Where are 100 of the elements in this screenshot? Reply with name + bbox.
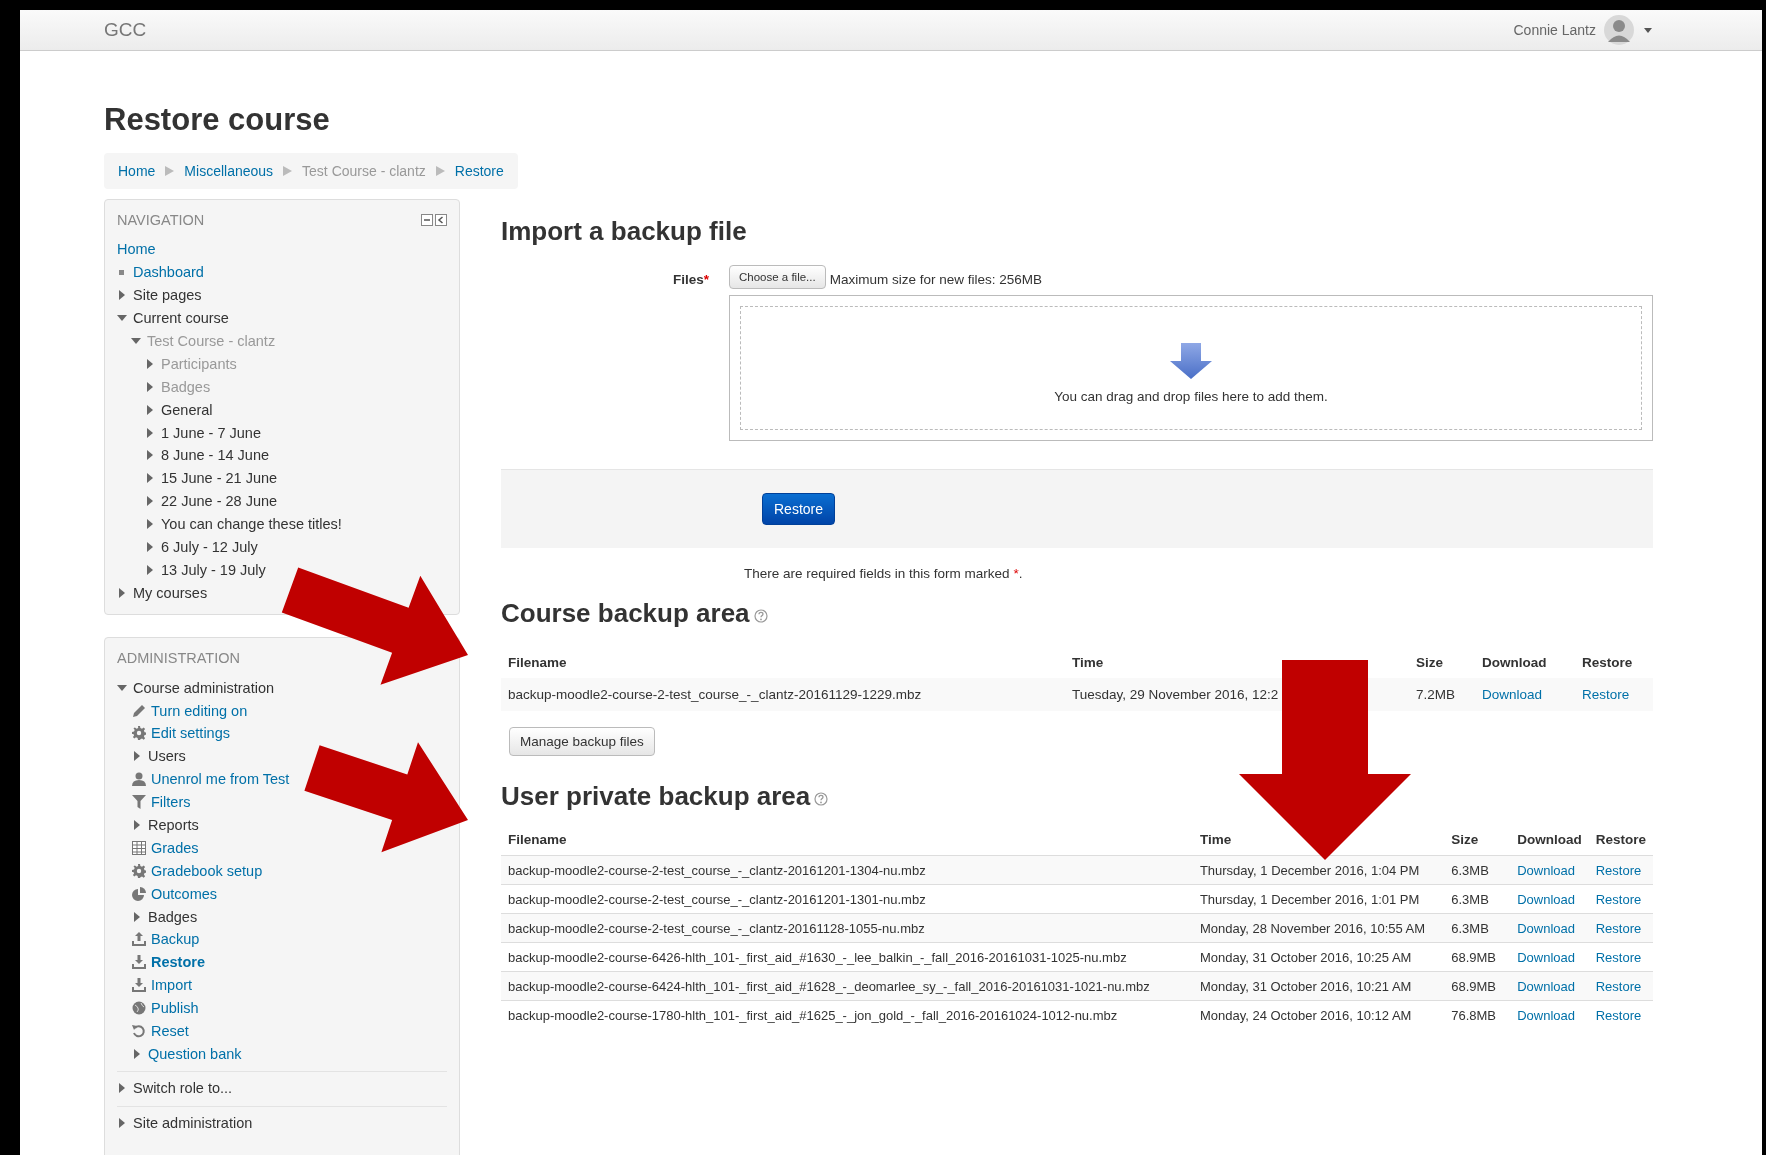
nav-item[interactable]: 15 June - 21 June <box>161 470 278 487</box>
admin-menu-item[interactable]: Switch role to... <box>133 1080 233 1097</box>
breadcrumb-link[interactable]: Miscellaneous <box>184 163 274 179</box>
admin-menu-item[interactable]: Turn editing on <box>151 702 248 719</box>
expand-toggle-icon[interactable] <box>117 1118 127 1129</box>
nav-item[interactable]: 1 June - 7 June <box>161 424 261 441</box>
column-header: Time <box>1192 824 1445 856</box>
column-header: Restore <box>1575 647 1653 678</box>
expand-toggle-icon[interactable] <box>145 519 155 530</box>
section-heading: Import a backup file <box>501 215 748 248</box>
expand-toggle-icon[interactable] <box>131 336 141 346</box>
funnel-icon <box>132 795 146 810</box>
time-cell: Monday, 28 November 2016, 10:55 AM <box>1192 913 1445 943</box>
expand-toggle-icon[interactable] <box>145 564 155 575</box>
download-link[interactable]: Download <box>1517 1008 1576 1023</box>
user-name[interactable]: Connie Lantz <box>1513 22 1596 38</box>
breadcrumb-link[interactable]: Restore <box>454 163 504 179</box>
expand-toggle-icon[interactable] <box>145 542 155 552</box>
download-link[interactable]: Download <box>1517 950 1576 965</box>
admin-menu-item[interactable]: Question bank <box>148 1045 242 1062</box>
restore-link[interactable]: Restore <box>1595 892 1642 907</box>
table-icon <box>132 840 146 855</box>
admin-menu-item[interactable]: Import <box>151 977 193 994</box>
nav-item[interactable]: Dashboard <box>133 264 204 281</box>
admin-menu-item[interactable]: Reset <box>151 1023 189 1040</box>
admin-menu-item[interactable]: Gradebook setup <box>151 862 263 879</box>
filename-cell: backup-moodle2-course-2-test_course_-_clantz-20161128-1055-nu.mbz <box>501 913 1193 943</box>
expand-toggle-icon[interactable] <box>117 290 127 301</box>
expand-toggle-icon[interactable] <box>117 682 127 693</box>
nav-item[interactable]: My courses <box>133 584 208 601</box>
max-size-text: Maximum size for new files: 256MB <box>829 271 1043 287</box>
nav-item[interactable]: You can change these titles! <box>161 516 342 533</box>
filename-cell: backup-moodle2-course-2-test_course_-_clantz-20161129-1229.mbz <box>501 678 1065 711</box>
restore-link[interactable]: Restore <box>1595 1008 1642 1023</box>
nav-item[interactable]: 6 July - 12 July <box>161 539 258 555</box>
block-controls-icon[interactable] <box>421 214 447 226</box>
admin-menu-item[interactable]: Outcomes <box>151 885 218 902</box>
download-link[interactable]: Download <box>1517 892 1576 907</box>
expand-toggle-icon[interactable] <box>132 1048 142 1059</box>
admin-menu-item[interactable]: Users <box>148 748 186 765</box>
admin-menu-item[interactable]: Edit settings <box>151 725 230 742</box>
file-drop-zone[interactable]: You can drag and drop files here to add them. <box>729 295 1653 441</box>
admin-menu-item[interactable]: Restore <box>151 954 205 971</box>
admin-menu-item[interactable]: Badges <box>148 908 198 925</box>
expand-toggle-icon[interactable] <box>145 450 155 461</box>
admin-menu-item[interactable]: Filters <box>151 794 191 811</box>
help-icon[interactable] <box>814 792 829 806</box>
column-header: Filename <box>501 647 1065 678</box>
expand-toggle-icon[interactable] <box>117 1083 127 1094</box>
time-cell: Monday, 24 October 2016, 10:12 AM <box>1192 1000 1445 1029</box>
admin-menu-item[interactable]: Site administration <box>133 1115 253 1132</box>
admin-menu-item[interactable]: Unenrol me from Test <box>151 771 290 788</box>
avatar-icon[interactable] <box>1604 15 1634 45</box>
expand-toggle-icon[interactable] <box>145 496 155 507</box>
time-cell: Thursday, 1 December 2016, 1:04 PM <box>1192 855 1445 885</box>
admin-menu-item[interactable]: Reports <box>148 817 199 834</box>
filename-cell: backup-moodle2-course-6424-hlth_101-_first_aid_#1628_-_deomarlee_sy_-_fall_2016-20161031-1021-nu.mbz <box>501 971 1193 1001</box>
choose-file-button[interactable]: Choose a file... <box>729 265 826 289</box>
expand-toggle-icon[interactable] <box>132 751 142 762</box>
column-header: Size <box>1444 824 1511 856</box>
nav-item[interactable]: Current course <box>133 310 229 327</box>
expand-toggle-icon[interactable] <box>132 911 142 922</box>
expand-toggle-icon[interactable] <box>132 820 142 831</box>
admin-menu-item[interactable]: Grades <box>151 839 199 856</box>
size-cell: 7.2MB <box>1409 678 1475 711</box>
down-arrow-icon <box>1170 342 1212 379</box>
time-cell: Monday, 31 October 2016, 10:21 AM <box>1192 971 1445 1001</box>
nav-item[interactable]: Badges <box>161 378 211 395</box>
nav-item[interactable]: 22 June - 28 June <box>161 493 278 510</box>
required-fields-note: There are required fields in this form marked *. <box>744 566 1024 581</box>
globe-icon <box>132 1001 146 1016</box>
nav-item[interactable]: Site pages <box>133 287 202 304</box>
expand-toggle-icon[interactable] <box>145 358 155 369</box>
restore-link[interactable]: Restore <box>1595 950 1642 965</box>
restore-button[interactable]: Restore <box>762 493 836 525</box>
admin-menu-item[interactable]: Publish <box>151 1000 199 1017</box>
admin-menu-item[interactable]: Backup <box>151 931 200 948</box>
nav-item[interactable]: Home <box>117 241 156 258</box>
caret-icon[interactable] <box>1644 27 1652 33</box>
expand-toggle-icon[interactable] <box>145 381 155 392</box>
files-label: Files* <box>671 271 710 289</box>
nav-item[interactable]: General <box>161 401 213 418</box>
column-header: Restore <box>1588 824 1653 856</box>
size-cell: 76.8MB <box>1444 1000 1511 1029</box>
expand-toggle-icon[interactable] <box>145 473 155 484</box>
expand-toggle-icon[interactable] <box>145 427 155 438</box>
site-name[interactable]: GCC <box>104 19 147 41</box>
column-header: Download <box>1475 647 1575 678</box>
admin-menu-item[interactable]: Course administration <box>133 679 275 696</box>
manage-backup-files-button[interactable]: Manage backup files <box>509 727 655 756</box>
breadcrumb-item: Test Course - clantz <box>302 163 426 179</box>
expand-toggle-icon[interactable] <box>145 404 155 415</box>
nav-item[interactable]: 8 June - 14 June <box>161 447 270 464</box>
circular-arrow-icon <box>132 1024 146 1039</box>
separator-icon <box>283 166 293 176</box>
help-icon[interactable] <box>753 609 768 623</box>
nav-item[interactable]: 13 July - 19 July <box>161 561 266 578</box>
expand-toggle-icon[interactable] <box>117 587 127 598</box>
gear-icon <box>132 863 146 878</box>
breadcrumb-link[interactable]: Home <box>118 163 156 179</box>
